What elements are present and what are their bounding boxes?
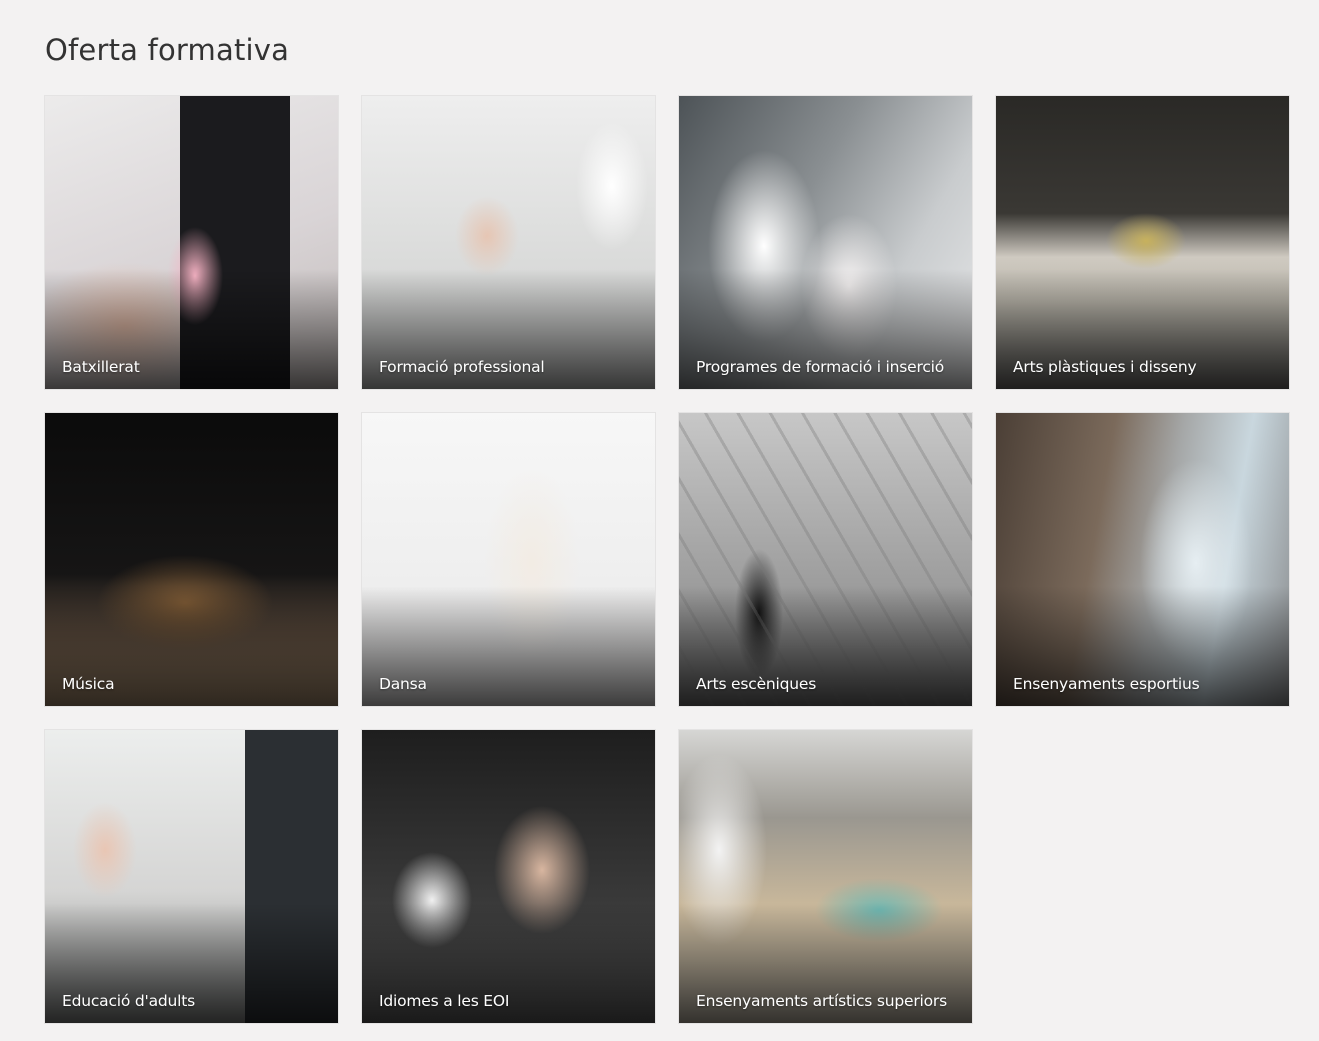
card-formacio-professional[interactable]: Formació professional	[362, 96, 655, 389]
card-educacio-adults[interactable]: Educació d'adults	[45, 730, 338, 1023]
card-label: Arts plàstiques i disseny	[1013, 358, 1197, 376]
card-idiomes-eoi[interactable]: Idiomes a les EOI	[362, 730, 655, 1023]
card-label: Dansa	[379, 675, 427, 693]
card-batxillerat[interactable]: Batxillerat	[45, 96, 338, 389]
card-programes-formacio-insercio[interactable]: Programes de formació i inserció	[679, 96, 972, 389]
card-arts-esceniques[interactable]: Arts escèniques	[679, 413, 972, 706]
card-label: Batxillerat	[62, 358, 140, 376]
card-label: Música	[62, 675, 115, 693]
card-arts-plastiques-disseny[interactable]: Arts plàstiques i disseny	[996, 96, 1289, 389]
card-ensenyaments-esportius[interactable]: Ensenyaments esportius	[996, 413, 1289, 706]
card-dansa[interactable]: Dansa	[362, 413, 655, 706]
card-label: Programes de formació i inserció	[696, 358, 945, 376]
section-title: Oferta formativa	[45, 33, 290, 67]
card-label: Ensenyaments esportius	[1013, 675, 1200, 693]
card-label: Educació d'adults	[62, 992, 196, 1010]
card-musica[interactable]: Música	[45, 413, 338, 706]
card-label: Arts escèniques	[696, 675, 817, 693]
course-grid: Batxillerat Formació professional Progra…	[45, 96, 1289, 1023]
card-label: Formació professional	[379, 358, 545, 376]
card-ensenyaments-artistics-superiors[interactable]: Ensenyaments artístics superiors	[679, 730, 972, 1023]
card-label: Idiomes a les EOI	[379, 992, 510, 1010]
card-label: Ensenyaments artístics superiors	[696, 992, 947, 1010]
